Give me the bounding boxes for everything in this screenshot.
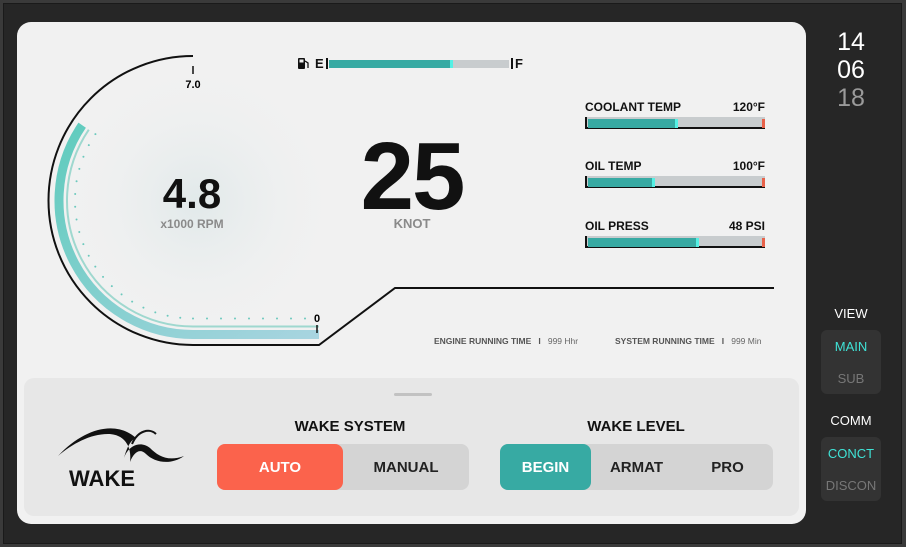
fuel-bar-track bbox=[329, 60, 509, 68]
panel-drag-handle[interactable] bbox=[394, 393, 432, 396]
wake-level-selector: BEGIN ARMAT PRO bbox=[500, 444, 773, 490]
clock-minute: 06 bbox=[837, 56, 865, 84]
rpm-tick-dot bbox=[102, 275, 105, 278]
oil-temp-max-marker bbox=[762, 178, 765, 187]
fuel-empty-label: E bbox=[315, 56, 324, 71]
comm-selector: CONCT DISCON bbox=[821, 437, 881, 501]
rpm-tick-dot bbox=[94, 265, 97, 268]
clock-second: 18 bbox=[837, 84, 865, 112]
rpm-tick-dot bbox=[82, 243, 85, 246]
speed-unit: KNOT bbox=[393, 216, 431, 231]
oil-temp-gauge: OIL TEMP 100°F bbox=[585, 159, 765, 188]
fuel-full-label: F bbox=[515, 56, 523, 71]
fuel-gauge: E F bbox=[297, 56, 527, 71]
coolant-temp-fill bbox=[588, 119, 678, 128]
system-running-sep: I bbox=[721, 336, 725, 346]
comm-connect-button[interactable]: CONCT bbox=[821, 437, 881, 469]
rpm-tick-dot bbox=[179, 316, 182, 319]
view-sub-button[interactable]: SUB bbox=[821, 362, 881, 394]
fuel-bar-fill bbox=[329, 60, 454, 68]
comm-disconnect-button[interactable]: DISCON bbox=[821, 469, 881, 501]
oil-press-track bbox=[585, 236, 765, 248]
rpm-tick-dot bbox=[248, 317, 250, 320]
rpm-tick-dot bbox=[192, 317, 194, 320]
wake-level-begin-button[interactable]: BEGIN bbox=[500, 444, 591, 490]
wake-level-title: WAKE LEVEL bbox=[587, 418, 685, 435]
rpm-tick-dot bbox=[142, 306, 145, 309]
rpm-tick-dot bbox=[78, 230, 81, 233]
rpm-tick-dot bbox=[120, 293, 123, 296]
wake-logo-text: WAKE bbox=[69, 466, 135, 491]
rpm-tick-dot bbox=[206, 317, 208, 320]
oil-press-label: OIL PRESS bbox=[585, 219, 649, 233]
rpm-min-label: 0 bbox=[314, 313, 320, 325]
wake-level-armat-button[interactable]: ARMAT bbox=[591, 444, 682, 490]
rpm-max-label: 7.0 bbox=[185, 79, 200, 91]
wake-control-panel: WAKE WAKE SYSTEM AUTO MANUAL WAKE LEVEL … bbox=[24, 378, 799, 516]
view-selector: MAIN SUB bbox=[821, 330, 881, 394]
clock-hour: 14 bbox=[837, 28, 865, 56]
rpm-tick-dot bbox=[166, 314, 169, 317]
rpm-tick-dot bbox=[262, 317, 264, 320]
system-running-label: SYSTEM RUNNING TIME bbox=[615, 336, 715, 346]
wake-system-auto-button[interactable]: AUTO bbox=[217, 444, 343, 490]
view-label: VIEW bbox=[834, 306, 868, 321]
rpm-unit: x1000 RPM bbox=[160, 217, 224, 231]
oil-press-gauge: OIL PRESS 48 PSI bbox=[585, 219, 765, 248]
rpm-tick-dot bbox=[78, 167, 81, 170]
rpm-tick-dot bbox=[304, 317, 306, 320]
oil-temp-label: OIL TEMP bbox=[585, 159, 642, 173]
coolant-temp-track bbox=[585, 117, 765, 129]
oil-press-value: 48 PSI bbox=[728, 219, 765, 233]
coolant-temp-gauge: COOLANT TEMP 120°F bbox=[585, 100, 765, 129]
rpm-tick-dot bbox=[75, 180, 78, 183]
rpm-tick-dot bbox=[290, 317, 292, 320]
oil-press-max-marker bbox=[762, 238, 765, 247]
rpm-value: 4.8 bbox=[162, 170, 222, 217]
engine-running-sep: I bbox=[538, 336, 541, 346]
main-panel: 7.0 0 4.8 x1000 RPM 25 KNOT E F COOLANT … bbox=[17, 22, 806, 524]
rpm-tick-dot bbox=[154, 311, 157, 314]
oil-temp-track bbox=[585, 176, 765, 188]
oil-temp-fill bbox=[588, 178, 656, 187]
rpm-tick-dot bbox=[94, 133, 97, 136]
rpm-tick-dot bbox=[131, 300, 134, 303]
rpm-tick-dot bbox=[82, 155, 85, 158]
view-main-button[interactable]: MAIN bbox=[821, 330, 881, 362]
oil-temp-value: 100°F bbox=[732, 159, 765, 173]
rpm-tick-dot bbox=[87, 144, 90, 147]
engine-running-value: 999 Hhr bbox=[547, 336, 579, 346]
wake-system-selector: AUTO MANUAL bbox=[217, 444, 469, 490]
fuel-pump-icon bbox=[298, 58, 309, 69]
rpm-tick-dot bbox=[110, 285, 113, 288]
comm-label: COMM bbox=[830, 413, 872, 428]
rpm-tick-dot bbox=[276, 317, 278, 320]
engine-running-label: ENGINE RUNNING TIME bbox=[434, 336, 532, 346]
engine-running-time: ENGINE RUNNING TIME I 999 Hhr bbox=[434, 336, 578, 346]
rpm-tick-dot bbox=[220, 317, 222, 320]
rpm-tick-dot bbox=[74, 193, 77, 196]
fuel-empty-tick bbox=[326, 58, 328, 69]
rpm-tick-dot bbox=[74, 205, 77, 208]
coolant-temp-label: COOLANT TEMP bbox=[585, 100, 681, 114]
coolant-temp-value: 120°F bbox=[732, 100, 765, 114]
rpm-tick-dot bbox=[87, 254, 90, 257]
wake-level-pro-button[interactable]: PRO bbox=[682, 444, 773, 490]
coolant-temp-max-marker bbox=[762, 119, 765, 128]
system-running-value: 999 Min bbox=[731, 336, 762, 346]
rpm-tick-dot bbox=[75, 218, 78, 221]
system-running-time: SYSTEM RUNNING TIME I 999 Min bbox=[615, 336, 761, 346]
rpm-tick-dot bbox=[234, 317, 236, 320]
oil-press-fill bbox=[588, 238, 699, 247]
clock-display: 14 06 18 bbox=[818, 28, 884, 112]
wake-system-title: WAKE SYSTEM bbox=[294, 418, 406, 435]
fuel-full-tick bbox=[511, 58, 513, 69]
wake-system-manual-button[interactable]: MANUAL bbox=[343, 444, 469, 490]
